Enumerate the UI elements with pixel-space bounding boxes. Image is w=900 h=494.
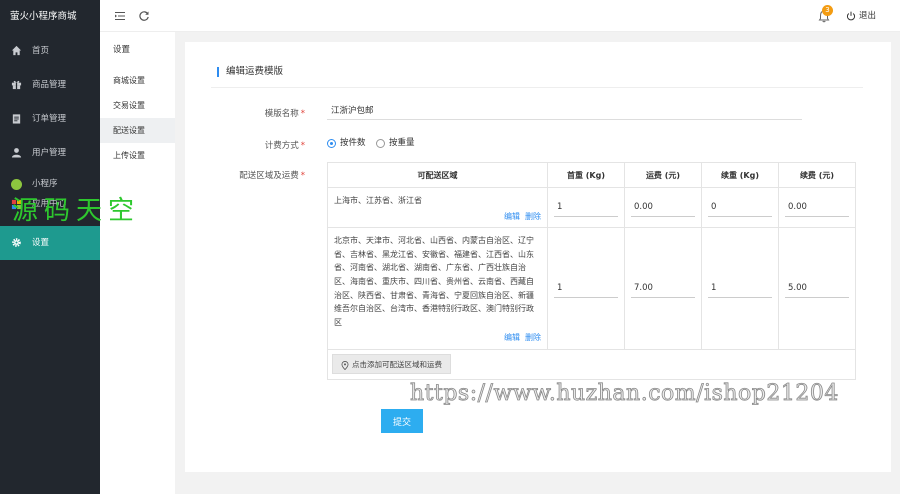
header-first-fee: 运费 (元) bbox=[624, 162, 702, 188]
billing-method-label: 计费方式 * bbox=[264, 141, 305, 151]
settings-submenu: 设置 商城设置 交易设置 配送设置 上传设置 bbox=[100, 32, 175, 494]
additional-weight-input[interactable] bbox=[708, 198, 772, 217]
additional-fee-input[interactable] bbox=[785, 198, 849, 217]
template-name-label: 模版名称 * bbox=[264, 109, 305, 119]
additional-weight-input[interactable] bbox=[708, 279, 772, 298]
sidebar-item-label: 首页 bbox=[32, 46, 50, 56]
area-cell: 上海市、江苏省、浙江省 编辑 删除 bbox=[327, 186, 548, 229]
sidebar-item-settings[interactable]: 设置 bbox=[0, 226, 100, 260]
billing-by-weight-radio[interactable]: 按重量 bbox=[376, 138, 415, 150]
required-mark: * bbox=[300, 109, 305, 119]
divider bbox=[211, 87, 863, 88]
radio-dot bbox=[376, 139, 385, 148]
location-pin-icon bbox=[341, 360, 349, 371]
sidebar-item-label: 用户管理 bbox=[32, 148, 67, 158]
sidebar-item-label: 设置 bbox=[32, 238, 50, 248]
radio-label: 按重量 bbox=[389, 138, 415, 148]
required-mark: * bbox=[300, 171, 305, 181]
radio-label: 按件数 bbox=[340, 138, 366, 148]
additional-fee-input[interactable] bbox=[785, 279, 849, 298]
template-name-input[interactable] bbox=[327, 100, 802, 120]
sidebar: 萤火小程序商城 首页 商品管理 订单管理 用户管理 小程序 应用中心 设置 bbox=[0, 0, 100, 494]
home-icon bbox=[11, 45, 22, 56]
submenu-item-trade-settings[interactable]: 交易设置 bbox=[100, 93, 175, 118]
required-mark: * bbox=[300, 141, 305, 151]
sidebar-item-label: 订单管理 bbox=[32, 114, 67, 124]
delivery-area-table: 可配送区域 首重 (Kg) 运费 (元) 续重 (Kg) 续费 (元) 上海市、… bbox=[327, 162, 856, 380]
sidebar-item-home[interactable]: 首页 bbox=[0, 34, 100, 68]
add-area-button[interactable]: 点击添加可配送区域和运费 bbox=[332, 354, 451, 375]
top-bar: 3 退出 bbox=[100, 0, 900, 32]
sidebar-item-orders[interactable]: 订单管理 bbox=[0, 102, 100, 136]
first-fee-input[interactable] bbox=[631, 198, 695, 217]
delete-link[interactable]: 删除 bbox=[525, 212, 541, 221]
sidebar-item-label: 小程序 bbox=[32, 179, 58, 189]
header-area: 可配送区域 bbox=[327, 162, 548, 188]
logout-label: 退出 bbox=[859, 11, 877, 21]
header-additional-fee: 续费 (元) bbox=[778, 162, 856, 188]
radio-dot bbox=[327, 139, 336, 148]
menu-collapse-icon[interactable] bbox=[114, 10, 126, 22]
app-logo-title: 萤火小程序商城 bbox=[10, 11, 77, 22]
edit-link[interactable]: 编辑 bbox=[504, 333, 520, 342]
delete-link[interactable]: 删除 bbox=[525, 333, 541, 342]
submit-button[interactable]: 提交 bbox=[381, 409, 423, 433]
table-row: 上海市、江苏省、浙江省 编辑 删除 bbox=[327, 186, 856, 229]
area-text: 上海市、江苏省、浙江省 bbox=[334, 196, 422, 205]
submenu-item-upload-settings[interactable]: 上传设置 bbox=[100, 143, 175, 168]
form-card: 编辑运费模版 模版名称* 计费方式* 按件数 按重量 配送区域及运费* 可配送区… bbox=[185, 42, 891, 472]
first-weight-input[interactable] bbox=[554, 279, 618, 298]
clipboard-icon bbox=[12, 114, 21, 124]
sidebar-item-users[interactable]: 用户管理 bbox=[0, 136, 100, 170]
notification-badge: 3 bbox=[822, 5, 833, 16]
miniprogram-icon bbox=[11, 179, 22, 190]
submenu-title: 设置 bbox=[113, 45, 131, 55]
first-fee-input[interactable] bbox=[631, 279, 695, 298]
header-first-weight: 首重 (Kg) bbox=[547, 162, 625, 188]
power-icon bbox=[846, 11, 856, 21]
submenu-item-store-settings[interactable]: 商城设置 bbox=[100, 68, 175, 93]
edit-link[interactable]: 编辑 bbox=[504, 212, 520, 221]
header-additional-weight: 续重 (Kg) bbox=[701, 162, 779, 188]
submenu-item-delivery-settings[interactable]: 配送设置 bbox=[100, 118, 175, 143]
watermark-cn: 源码天空 bbox=[12, 196, 141, 226]
delivery-area-label: 配送区域及运费 * bbox=[239, 171, 305, 181]
sidebar-item-goods[interactable]: 商品管理 bbox=[0, 68, 100, 102]
gear-icon bbox=[12, 238, 21, 247]
area-text: 北京市、天津市、河北省、山西省、内蒙古自治区、辽宁省、吉林省、黑龙江省、安徽省、… bbox=[334, 236, 534, 327]
watermark-url: https://www.huzhan.com/ishop21204 bbox=[410, 381, 839, 407]
sidebar-item-label: 商品管理 bbox=[32, 80, 67, 90]
page-title: 编辑运费模版 bbox=[217, 67, 283, 77]
add-area-row: 点击添加可配送区域和运费 bbox=[327, 348, 856, 380]
user-icon bbox=[11, 148, 22, 158]
add-area-label: 点击添加可配送区域和运费 bbox=[352, 360, 442, 370]
table-row: 北京市、天津市、河北省、山西省、内蒙古自治区、辽宁省、吉林省、黑龙江省、安徽省、… bbox=[327, 227, 856, 350]
refresh-icon[interactable] bbox=[138, 10, 150, 22]
logout-button[interactable]: 退出 bbox=[846, 9, 876, 24]
table-header-row: 可配送区域 首重 (Kg) 运费 (元) 续重 (Kg) 续费 (元) bbox=[327, 162, 856, 188]
billing-by-count-radio[interactable]: 按件数 bbox=[327, 138, 366, 150]
area-cell: 北京市、天津市、河北省、山西省、内蒙古自治区、辽宁省、吉林省、黑龙江省、安徽省、… bbox=[327, 227, 548, 350]
gift-icon bbox=[11, 80, 22, 90]
first-weight-input[interactable] bbox=[554, 198, 618, 217]
